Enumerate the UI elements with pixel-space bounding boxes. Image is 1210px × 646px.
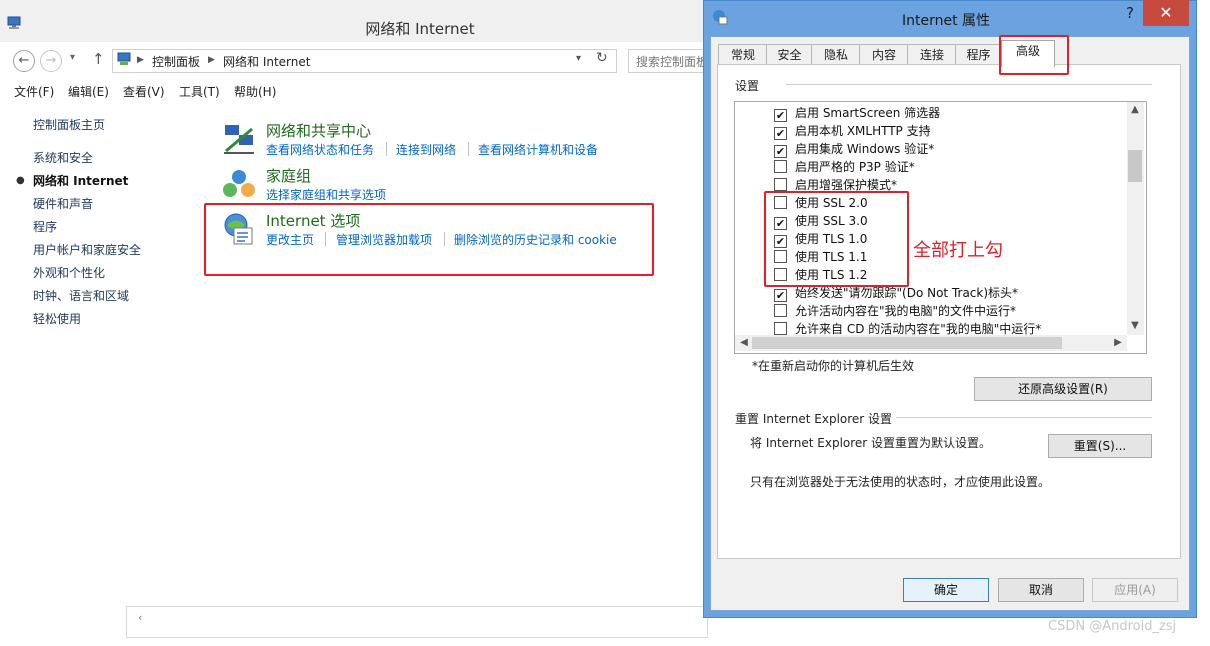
sidebar-item-system-security[interactable]: 系统和安全 (33, 149, 93, 166)
restore-advanced-button[interactable]: 还原高级设置(R) (974, 377, 1152, 401)
sidebar-item-programs[interactable]: 程序 (33, 218, 57, 235)
setting-option[interactable]: ✔ 启用本机 XMLHTTP 支持 (774, 122, 931, 140)
tab-programs[interactable]: 程序 (955, 44, 1002, 65)
ok-button[interactable]: 确定 (903, 578, 989, 602)
back-button[interactable]: ← (13, 50, 35, 72)
setting-option[interactable]: ✔ 启用 SmartScreen 筛选器 (774, 104, 940, 122)
forward-button[interactable]: → (40, 50, 62, 72)
help-button[interactable]: ? (1120, 4, 1140, 22)
setting-option-label: 启用增强保护模式* (795, 178, 898, 192)
apply-button[interactable]: 应用(A) (1092, 578, 1178, 602)
checkbox-checked-icon[interactable]: ✔ (774, 127, 787, 140)
setting-option[interactable]: ✔ 启用集成 Windows 验证* (774, 140, 934, 158)
checkbox-checked-icon[interactable]: ✔ (774, 289, 787, 302)
horizontal-scroll-thumb[interactable] (752, 337, 1062, 349)
reset-group-line (893, 417, 1152, 418)
setting-option[interactable]: 允许活动内容在"我的电脑"的文件中运行* (774, 302, 1016, 320)
tab-security[interactable]: 安全 (766, 44, 813, 65)
link-view-network-computers[interactable]: 查看网络计算机和设备 (478, 141, 598, 158)
address-dropdown-icon[interactable]: ▾ (576, 53, 581, 64)
tab-privacy[interactable]: 隐私 (811, 44, 861, 65)
setting-option-label: 启用 SmartScreen 筛选器 (795, 106, 941, 120)
highlight-internet-options-box (204, 203, 654, 276)
tab-content[interactable]: 内容 (859, 44, 909, 65)
link-homegroup-options[interactable]: 选择家庭组和共享选项 (266, 186, 386, 203)
sidebar-item-user-accounts[interactable]: 用户帐户和家庭安全 (33, 241, 141, 258)
active-bullet-icon: ● (16, 175, 25, 186)
reset-group-label: 重置 Internet Explorer 设置 (735, 410, 897, 427)
refresh-icon[interactable]: ↻ (596, 50, 608, 66)
control-panel-window: 网络和 Internet ← → ▾ ↑ ▶ 控制面板 ▶ 网络和 Intern… (0, 0, 720, 646)
menu-file[interactable]: 文件(F) (14, 83, 54, 100)
sidebar-item-network[interactable]: 网络和 Internet (33, 172, 128, 189)
setting-option-label: 启用集成 Windows 验证* (795, 142, 935, 156)
checkbox-unchecked-icon[interactable] (774, 304, 787, 317)
sidebar-item-clock-language[interactable]: 时钟、语言和区域 (33, 287, 129, 304)
dialog-title: Internet 属性 (902, 13, 991, 29)
scroll-up-arrow-icon[interactable]: ▲ (1127, 104, 1143, 115)
scroll-down-arrow-icon[interactable]: ▼ (1127, 320, 1143, 331)
checkbox-checked-icon[interactable]: ✔ (774, 145, 787, 158)
reset-button[interactable]: 重置(S)... (1048, 434, 1152, 458)
menu-tools[interactable]: 工具(T) (179, 83, 220, 100)
checkbox-unchecked-icon[interactable] (774, 322, 787, 335)
section-title-homegroup[interactable]: 家庭组 (266, 165, 311, 186)
horizontal-scrollbar[interactable] (126, 606, 708, 638)
tab-general[interactable]: 常规 (718, 44, 768, 65)
setting-option-label: 启用严格的 P3P 验证* (795, 160, 915, 174)
breadcrumb-item[interactable]: 网络和 Internet (223, 53, 310, 70)
tab-connections[interactable]: 连接 (907, 44, 957, 65)
setting-option-label: 始终发送"请勿跟踪"(Do Not Track)标头* (795, 286, 1019, 300)
sidebar-item-home[interactable]: 控制面板主页 (33, 116, 105, 133)
settings-group-label: 设置 (735, 77, 764, 94)
up-arrow-icon[interactable]: ↑ (92, 50, 105, 68)
dialog-app-icon (713, 10, 728, 25)
scroll-right-arrow-icon[interactable]: ▶ (1110, 337, 1126, 348)
link-separator (386, 142, 387, 156)
reset-note: 只有在浏览器处于无法使用的状态时，才应使用此设置。 (750, 475, 1051, 489)
cancel-button[interactable]: 取消 (998, 578, 1084, 602)
setting-option-label: 允许活动内容在"我的电脑"的文件中运行* (795, 304, 1017, 318)
highlight-ssl-tls-box (764, 191, 909, 287)
reset-description: 将 Internet Explorer 设置重置为默认设置。 (750, 436, 992, 450)
menu-edit[interactable]: 编辑(E) (68, 83, 109, 100)
recent-pages-chevron-icon[interactable]: ▾ (70, 52, 75, 63)
link-view-network-status[interactable]: 查看网络状态和任务 (266, 141, 374, 158)
homegroup-icon (223, 170, 255, 197)
control-panel-icon (117, 52, 131, 65)
checkbox-unchecked-icon[interactable] (774, 160, 787, 173)
checkbox-checked-icon[interactable]: ✔ (774, 109, 787, 122)
sidebar-item-ease-of-access[interactable]: 轻松使用 (33, 310, 81, 327)
watermark-text: CSDN @Android_zsj (1048, 619, 1177, 634)
setting-option-label: 启用本机 XMLHTTP 支持 (795, 124, 931, 138)
sidebar-item-appearance[interactable]: 外观和个性化 (33, 264, 105, 281)
highlight-advanced-tab-box (999, 35, 1069, 75)
section-title-network-center[interactable]: 网络和共享中心 (266, 120, 371, 141)
close-button[interactable]: ✕ (1143, 0, 1189, 26)
scroll-left-arrow-icon[interactable]: ◀ (736, 337, 752, 348)
link-connect-network[interactable]: 连接到网络 (396, 141, 456, 158)
list-vertical-scrollbar[interactable] (1127, 102, 1144, 335)
breadcrumb-separator-icon: ▶ (137, 55, 144, 65)
setting-option-label: 允许来自 CD 的活动内容在"我的电脑"中运行* (795, 322, 1042, 336)
menu-help[interactable]: 帮助(H) (234, 83, 276, 100)
vertical-scroll-thumb[interactable] (1128, 150, 1142, 182)
breadcrumb-item[interactable]: 控制面板 (152, 53, 200, 70)
network-sharing-icon (224, 125, 254, 154)
setting-option[interactable]: 启用严格的 P3P 验证* (774, 158, 915, 176)
link-separator (468, 142, 469, 156)
menu-view[interactable]: 查看(V) (123, 83, 165, 100)
restart-note: *在重新启动你的计算机后生效 (752, 359, 915, 373)
checkbox-unchecked-icon[interactable] (774, 178, 787, 191)
search-placeholder: 搜索控制面板 (636, 55, 709, 69)
settings-group-line (786, 84, 1152, 85)
breadcrumb-separator-icon: ▶ (208, 55, 215, 65)
annotation-check-all: 全部打上勾 (913, 240, 1003, 261)
sidebar-item-hardware[interactable]: 硬件和声音 (33, 195, 93, 212)
scroll-left-arrow-icon[interactable]: ‹ (138, 611, 142, 624)
